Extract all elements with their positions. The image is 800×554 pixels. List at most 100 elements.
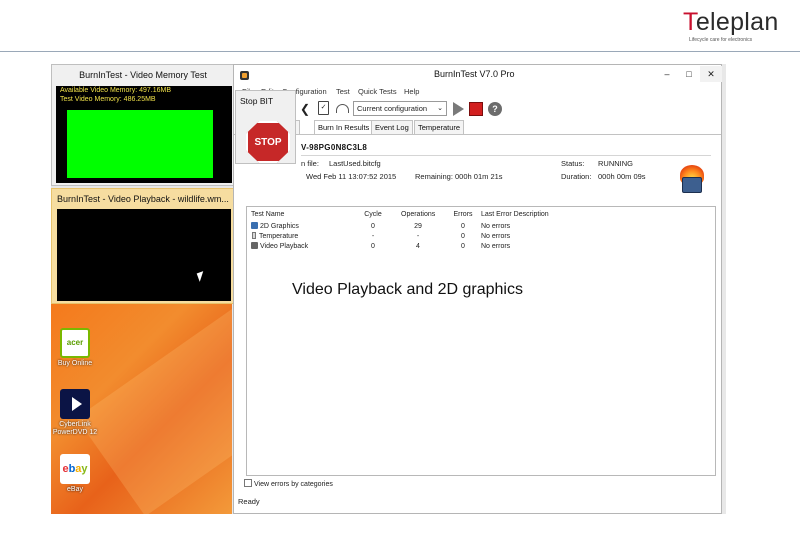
acer-icon: acer	[60, 328, 90, 358]
row-test-name: Temperature	[259, 233, 299, 240]
row-last-error: No errors	[481, 243, 511, 250]
duration-label: Duration:	[561, 172, 592, 181]
maximize-button[interactable]: □	[678, 66, 700, 82]
table-row[interactable]: 2D Graphics 0 29 0 No errors	[247, 222, 715, 232]
stop-button[interactable]: STOP	[246, 121, 290, 163]
stop-icon[interactable]	[469, 102, 483, 116]
mouse-pointer-icon	[196, 271, 207, 282]
desktop-icon-cyberlink[interactable]: CyberLink PowerDVD 12	[51, 389, 105, 437]
configuration-select[interactable]: Current configuration ⌄	[353, 101, 447, 116]
machine-id: V-98PG0N8C3L8	[301, 143, 368, 152]
ebay-icon: ebay	[60, 454, 90, 484]
row-operations: 4	[416, 243, 420, 250]
row-last-error: No errors	[481, 233, 511, 240]
teleplan-logo: Teleplan Lifecycle care for electronics	[683, 8, 779, 44]
video-icon	[251, 242, 258, 249]
available-memory-text: Available Video Memory: 497.16MB	[60, 87, 172, 94]
status-bar: Ready	[238, 497, 260, 506]
title-bar[interactable]: BurnInTest V7.0 Pro – □ ✕	[234, 65, 722, 86]
desktop-icon-label: Buy Online	[57, 360, 93, 367]
video-memory-display: Available Video Memory: 497.16MB Test Vi…	[56, 86, 232, 183]
config-file-value: LastUsed.bitcfg	[329, 159, 381, 168]
status-value: RUNNING	[598, 159, 633, 168]
header-cycle[interactable]: Cycle	[363, 211, 383, 218]
logo-rest: eleplan	[695, 8, 779, 36]
checklist-icon[interactable]: ✓	[318, 101, 329, 115]
burnin-fire-icon	[677, 165, 707, 195]
row-test-name: 2D Graphics	[260, 223, 299, 230]
configuration-select-value: Current configuration	[357, 104, 428, 113]
window-title: BurnInTest - Video Playback - wildlife.w…	[57, 194, 229, 204]
row-last-error: No errors	[481, 223, 511, 230]
gauge-icon[interactable]	[336, 104, 349, 113]
checkbox-box	[244, 479, 252, 487]
results-table[interactable]: Test Name Cycle Operations Errors Last E…	[246, 206, 716, 476]
tab-temperature[interactable]: Temperature	[414, 120, 465, 134]
menu-help[interactable]: Help	[404, 87, 419, 96]
chevron-down-icon: ⌄	[437, 105, 443, 112]
burnintest-main-window[interactable]: BurnInTest V7.0 Pro – □ ✕ File Edit Conf…	[233, 64, 722, 514]
row-errors: 0	[461, 233, 465, 240]
window-title: Stop BIT	[240, 96, 274, 106]
row-cycle: 0	[371, 243, 375, 250]
screenshot-area: acer Buy Online CyberLink PowerDVD 12 eb…	[51, 64, 726, 514]
row-cycle: 0	[371, 223, 375, 230]
desktop-icon-label: CyberLink PowerDVD 12	[52, 421, 98, 436]
menu-test[interactable]: Test	[336, 87, 350, 96]
minimize-button[interactable]: –	[656, 66, 678, 82]
config-file-label: n file:	[301, 159, 319, 168]
video-playback-area[interactable]	[57, 209, 231, 301]
video-memory-test-window[interactable]: BurnInTest - Video Memory Test Available…	[51, 64, 235, 186]
menu-quick-tests[interactable]: Quick Tests	[358, 87, 397, 96]
row-errors: 0	[461, 223, 465, 230]
info-divider	[301, 155, 711, 156]
desktop-icon-ebay[interactable]: ebay eBay	[51, 454, 105, 494]
remaining-value: 000h 01m 21s	[455, 172, 503, 181]
row-operations: 29	[414, 223, 422, 230]
logo-tagline: Lifecycle care for electronics	[689, 37, 753, 43]
table-row[interactable]: Temperature - - 0 No errors	[247, 232, 715, 242]
start-time-value: Wed Feb 11 13:07:52 2015	[306, 172, 397, 181]
view-errors-label: View errors by categories	[254, 481, 333, 488]
slide-caption: Video Playback and 2D graphics	[292, 281, 523, 298]
row-cycle: -	[371, 233, 375, 240]
table-header: Test Name Cycle Operations Errors Last E…	[247, 211, 715, 221]
row-operations: -	[416, 233, 420, 240]
window-title: BurnInTest - Video Memory Test	[79, 70, 207, 80]
desktop-icon-buy-online[interactable]: acer Buy Online	[51, 328, 105, 368]
logo-wordmark: Teleplan	[683, 8, 779, 36]
help-icon[interactable]: ?	[488, 102, 502, 116]
window-title: BurnInTest V7.0 Pro	[434, 69, 515, 79]
wrench-icon[interactable]: ❮	[300, 102, 310, 116]
memory-test-pattern	[67, 110, 213, 178]
cyberlink-icon	[60, 389, 90, 419]
table-row[interactable]: Video Playback 0 4 0 No errors	[247, 242, 715, 252]
header-errors[interactable]: Errors	[451, 211, 475, 218]
view-errors-checkbox[interactable]: View errors by categories	[244, 479, 333, 488]
tab-divider	[234, 134, 721, 135]
play-icon[interactable]	[453, 102, 464, 116]
desktop-icon-label: eBay	[67, 486, 83, 493]
video-playback-window[interactable]: BurnInTest - Video Playback - wildlife.w…	[51, 188, 235, 304]
duration-value: 000h 00m 09s	[598, 172, 646, 181]
menu-bar: File Edit Configuration Test Quick Tests…	[234, 86, 721, 99]
computer-box-shape	[682, 177, 702, 193]
tab-event-log[interactable]: Event Log	[371, 120, 413, 134]
header-operations[interactable]: Operations	[401, 211, 435, 218]
stop-button-label: STOP	[254, 136, 282, 148]
monitor-icon	[251, 222, 258, 229]
header-test-name[interactable]: Test Name	[251, 211, 284, 218]
thermometer-icon	[252, 232, 256, 239]
row-test-name: Video Playback	[260, 243, 309, 250]
remaining-label: Remaining:	[415, 172, 453, 181]
app-icon	[240, 71, 249, 80]
close-button[interactable]: ✕	[700, 66, 722, 82]
logo-first-letter: T	[683, 8, 696, 36]
toolbar: ❮ ✓ Current configuration ⌄ ?	[234, 99, 721, 119]
stop-bit-window[interactable]: Stop BIT STOP	[235, 90, 296, 164]
header-last-error[interactable]: Last Error Description	[481, 211, 549, 218]
status-label: Status:	[561, 159, 585, 168]
tab-burn-in-results[interactable]: Burn In Results	[314, 120, 374, 134]
tab-bar: n Burn In Results Event Log Temperature	[234, 120, 721, 134]
windows-desktop: acer Buy Online CyberLink PowerDVD 12 eb…	[51, 304, 232, 514]
